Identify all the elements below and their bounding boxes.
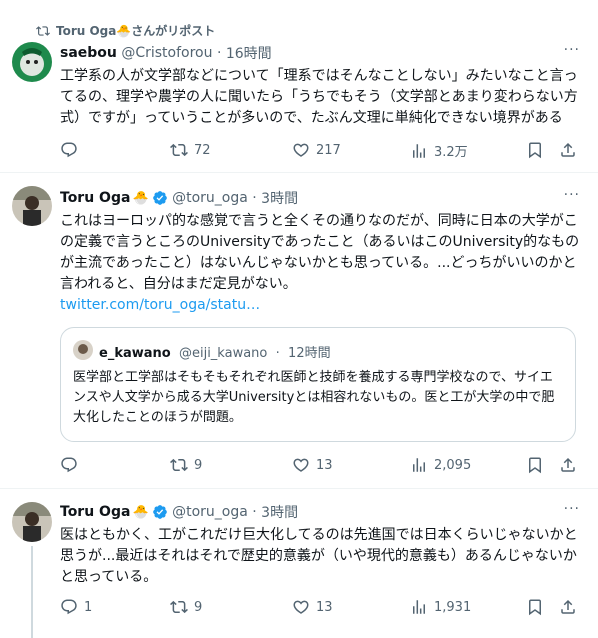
bookmark-icon	[529, 599, 541, 616]
repost-button[interactable]: 9	[170, 598, 202, 616]
verified-badge-icon	[152, 505, 167, 519]
author-handle[interactable]: @toru_oga	[172, 504, 248, 520]
post-time[interactable]: 3時間	[261, 502, 298, 522]
views-button[interactable]: 1,931	[410, 598, 471, 616]
view-count: 1,931	[434, 599, 472, 615]
repost-icon	[170, 600, 188, 614]
author-name[interactable]: Toru Oga	[60, 504, 130, 520]
separator-dot: ·	[252, 504, 257, 520]
thread-line	[31, 546, 33, 638]
avatar[interactable]	[12, 502, 52, 542]
like-count: 13	[316, 599, 333, 615]
chick-emoji: 🐣	[132, 504, 149, 520]
action-bar: 1 9 13 1,931	[60, 598, 580, 618]
heart-icon	[293, 600, 309, 614]
share-button[interactable]	[559, 598, 577, 616]
repost-count: 9	[194, 599, 203, 615]
bookmark-button[interactable]	[526, 598, 544, 616]
post-toru-oga-2[interactable]: Toru Oga 🐣 @toru_oga · 3時間 ··· 医はともかく、工が…	[0, 0, 598, 638]
more-icon[interactable]: ···	[564, 501, 580, 517]
views-icon	[413, 600, 425, 614]
reply-icon	[61, 599, 77, 615]
share-icon	[561, 599, 575, 614]
reply-count: 1	[84, 599, 93, 615]
post-text: 医はともかく、工がこれだけ巨大化してるのは先進国では日本くらいじゃないかと思うが…	[60, 527, 578, 585]
like-button[interactable]: 13	[292, 598, 333, 616]
reply-button[interactable]: 1	[60, 598, 92, 616]
post-header: Toru Oga 🐣 @toru_oga · 3時間	[60, 502, 298, 522]
